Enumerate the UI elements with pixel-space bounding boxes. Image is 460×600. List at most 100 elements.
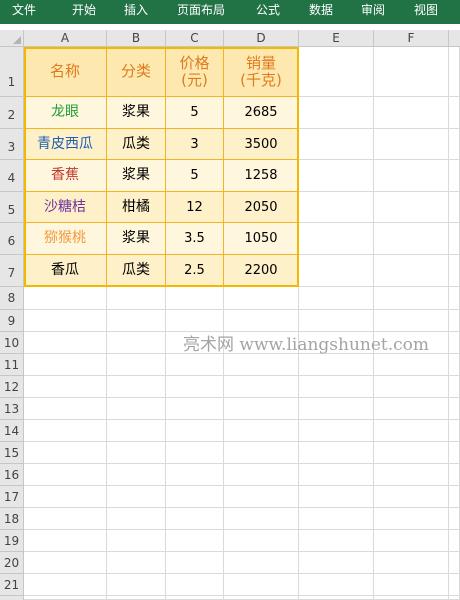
cell-g9[interactable] [449,310,460,332]
cell-f13[interactable] [374,398,449,420]
cell-d12[interactable] [224,376,299,398]
tab-data[interactable]: 数据 [301,0,341,24]
cell-e17[interactable] [299,486,374,508]
cell-d17[interactable] [224,486,299,508]
cell-g15[interactable] [449,442,460,464]
cell-g20[interactable] [449,552,460,574]
cell-b11[interactable] [107,354,166,376]
cell-a12[interactable] [24,376,107,398]
cell-g12[interactable] [449,376,460,398]
cell-c22[interactable] [166,596,224,600]
cell-b7[interactable]: 瓜类 [107,255,166,287]
cell-f14[interactable] [374,420,449,442]
cell-d22[interactable] [224,596,299,600]
cell-e2[interactable] [299,97,374,129]
cell-e12[interactable] [299,376,374,398]
cell-d14[interactable] [224,420,299,442]
cell-c4[interactable]: 5 [166,160,224,192]
cell-f19[interactable] [374,530,449,552]
cell-g2[interactable] [449,97,460,129]
row-header-20[interactable]: 20 [0,552,24,574]
cell-g19[interactable] [449,530,460,552]
cell-a19[interactable] [24,530,107,552]
row-header-11[interactable]: 11 [0,354,24,376]
cell-c5[interactable]: 12 [166,192,224,223]
cell-f20[interactable] [374,552,449,574]
cell-f6[interactable] [374,223,449,255]
cell-b6[interactable]: 浆果 [107,223,166,255]
cell-f2[interactable] [374,97,449,129]
tab-formulas[interactable]: 公式 [248,0,288,24]
cell-a7[interactable]: 香瓜 [24,255,107,287]
cell-e18[interactable] [299,508,374,530]
row-header-12[interactable]: 12 [0,376,24,398]
cell-b5[interactable]: 柑橘 [107,192,166,223]
cell-b13[interactable] [107,398,166,420]
cell-f7[interactable] [374,255,449,287]
cell-e13[interactable] [299,398,374,420]
row-header-21[interactable]: 21 [0,574,24,596]
cell-b22[interactable] [107,596,166,600]
cell-a6[interactable]: 猕猴桃 [24,223,107,255]
cell-a11[interactable] [24,354,107,376]
cell-a5[interactable]: 沙糖桔 [24,192,107,223]
cell-e21[interactable] [299,574,374,596]
cell-d18[interactable] [224,508,299,530]
cell-d19[interactable] [224,530,299,552]
row-header-partial[interactable] [0,596,24,600]
cell-a4[interactable]: 香蕉 [24,160,107,192]
cell-f12[interactable] [374,376,449,398]
cell-d7[interactable]: 2200 [224,255,299,287]
cell-e14[interactable] [299,420,374,442]
cell-d5[interactable]: 2050 [224,192,299,223]
cell-f16[interactable] [374,464,449,486]
cell-e5[interactable] [299,192,374,223]
cell-e6[interactable] [299,223,374,255]
cell-e1[interactable] [299,47,374,97]
cell-e11[interactable] [299,354,374,376]
tab-file[interactable]: 文件 [4,0,44,24]
header-cell-price[interactable]: 价格 (元) [166,47,224,97]
row-header-19[interactable]: 19 [0,530,24,552]
cell-g5[interactable] [449,192,460,223]
cell-c14[interactable] [166,420,224,442]
cell-g6[interactable] [449,223,460,255]
cell-d21[interactable] [224,574,299,596]
cell-a16[interactable] [24,464,107,486]
row-header-14[interactable]: 14 [0,420,24,442]
tab-insert[interactable]: 插入 [116,0,156,24]
row-header-10[interactable]: 10 [0,332,24,354]
cell-e4[interactable] [299,160,374,192]
column-header-f[interactable]: F [374,30,449,47]
cell-g3[interactable] [449,129,460,160]
row-header-3[interactable]: 3 [0,129,24,160]
cell-g10[interactable] [449,332,460,354]
cell-g7[interactable] [449,255,460,287]
cell-g21[interactable] [449,574,460,596]
cell-d9[interactable] [224,310,299,332]
cell-b20[interactable] [107,552,166,574]
cell-e9[interactable] [299,310,374,332]
cell-d15[interactable] [224,442,299,464]
cell-c21[interactable] [166,574,224,596]
cell-c18[interactable] [166,508,224,530]
cell-g17[interactable] [449,486,460,508]
cell-d3[interactable]: 3500 [224,129,299,160]
cell-b8[interactable] [107,287,166,310]
cell-c12[interactable] [166,376,224,398]
cell-g14[interactable] [449,420,460,442]
cell-b10[interactable] [107,332,166,354]
cell-a8[interactable] [24,287,107,310]
row-header-8[interactable]: 8 [0,287,24,310]
row-header-9[interactable]: 9 [0,310,24,332]
cell-a2[interactable]: 龙眼 [24,97,107,129]
cell-c20[interactable] [166,552,224,574]
column-header-b[interactable]: B [107,30,166,47]
cell-f1[interactable] [374,47,449,97]
cell-e15[interactable] [299,442,374,464]
cell-e3[interactable] [299,129,374,160]
column-header-partial[interactable] [449,30,460,47]
cell-a18[interactable] [24,508,107,530]
cell-a21[interactable] [24,574,107,596]
cell-f11[interactable] [374,354,449,376]
